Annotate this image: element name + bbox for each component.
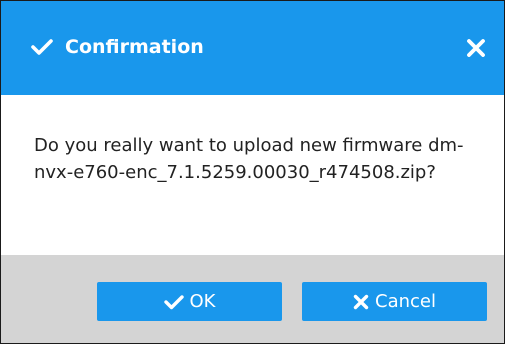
confirmation-message: Do you really want to upload new firmwar…: [34, 135, 464, 183]
ok-button[interactable]: OK: [97, 282, 282, 321]
dialog-title: Confirmation: [65, 36, 204, 58]
check-icon: [163, 294, 184, 310]
ok-button-label: OK: [189, 291, 216, 312]
close-button[interactable]: [459, 31, 493, 65]
cancel-button-label: Cancel: [375, 291, 436, 312]
dialog-body: Do you really want to upload new firmwar…: [1, 95, 504, 255]
dialog-titlebar: Confirmation: [1, 1, 504, 95]
close-icon: [353, 294, 369, 310]
dialog-footer: OK Cancel: [1, 255, 504, 343]
confirmation-dialog: Confirmation Do you really want to uploa…: [0, 0, 505, 344]
cancel-button[interactable]: Cancel: [302, 282, 487, 321]
check-icon: [31, 38, 53, 56]
